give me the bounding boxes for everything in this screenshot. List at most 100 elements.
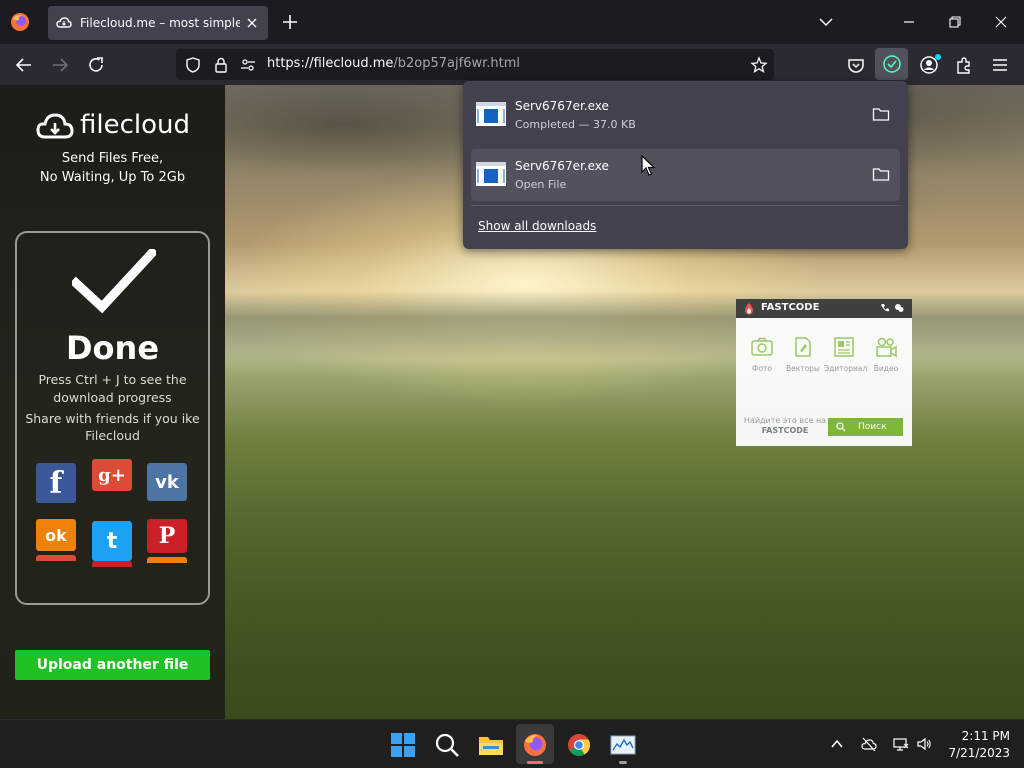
- resource-monitor-icon[interactable]: [610, 732, 636, 758]
- done-text-line: download progress: [53, 390, 172, 405]
- video-camera-icon: [876, 337, 897, 358]
- reload-icon[interactable]: [86, 55, 106, 75]
- mouse-cursor-icon: [641, 155, 655, 176]
- firefox-running-indicator: [527, 761, 543, 764]
- minimize-icon[interactable]: [901, 14, 917, 30]
- chevron-up-icon[interactable]: [829, 736, 845, 752]
- fastcode-label: Видео: [873, 364, 899, 373]
- filecloud-logo[interactable]: filecloud: [36, 110, 196, 142]
- restore-icon[interactable]: [947, 14, 963, 30]
- tab-title: Filecloud.me – most simple file sharing: [80, 16, 240, 30]
- exe-file-icon: [476, 102, 506, 126]
- folder-icon[interactable]: [872, 106, 890, 122]
- checkmark-icon: [72, 249, 156, 314]
- fastcode-search-button[interactable]: Поиск: [828, 418, 903, 436]
- chrome-icon[interactable]: [566, 732, 592, 758]
- download-status: Open File: [515, 178, 567, 191]
- upload-another-file-button[interactable]: Upload another file: [15, 650, 210, 680]
- pocket-icon[interactable]: [846, 55, 866, 75]
- system-clock[interactable]: 2:11 PM 7/21/2023: [940, 728, 1010, 762]
- newspaper-icon: [834, 337, 854, 357]
- download-filename: Serv6767er.exe: [515, 99, 609, 113]
- forward-arrow-icon[interactable]: [50, 55, 70, 75]
- camera-icon: [751, 337, 773, 356]
- onedrive-offline-icon[interactable]: [861, 736, 877, 752]
- lock-icon[interactable]: [212, 56, 230, 74]
- file-explorer-icon[interactable]: [478, 732, 504, 758]
- new-tab-icon[interactable]: [281, 13, 299, 31]
- chat-icon[interactable]: [894, 303, 904, 313]
- google-plus-icon: g+: [98, 464, 126, 486]
- notification-dot: [935, 54, 941, 60]
- download-filename: Serv6767er.exe: [515, 159, 609, 173]
- odnoklassniki-share-button[interactable]: ok: [36, 519, 76, 551]
- done-title: Done: [65, 329, 160, 367]
- pinterest-share-button[interactable]: P: [147, 519, 187, 553]
- clock-time: 2:11 PM: [961, 729, 1010, 743]
- fastcode-video[interactable]: Видео: [866, 335, 906, 373]
- firefox-taskbar-icon[interactable]: [522, 732, 548, 758]
- downloads-button[interactable]: [875, 48, 908, 80]
- panel-divider: [471, 205, 900, 206]
- phone-icon[interactable]: [880, 303, 890, 313]
- tab-close-icon[interactable]: [244, 15, 260, 31]
- done-text-line: Press Ctrl + J to see the: [38, 372, 187, 387]
- brand-name: filecloud: [80, 110, 191, 140]
- social-strip: [36, 555, 76, 561]
- filecloud-sidebar: filecloud Send Files Free, No Waiting, U…: [0, 85, 225, 719]
- back-arrow-icon[interactable]: [14, 55, 34, 75]
- pinterest-icon: P: [158, 523, 176, 549]
- url-text[interactable]: https://filecloud.me/b2op57ajf6wr.html: [267, 56, 520, 71]
- network-icon[interactable]: [893, 736, 909, 752]
- close-window-icon[interactable]: [993, 14, 1009, 30]
- vk-share-button[interactable]: vk: [147, 463, 187, 501]
- fastcode-widget[interactable]: FASTCODE Фото Векторы Эдиториал Видео На…: [736, 299, 912, 446]
- fastcode-label: Эдиториал: [824, 364, 868, 373]
- fastcode-find-text: Найдите это все на FASTCODE: [742, 416, 828, 436]
- fastcode-search-label: Поиск: [858, 422, 887, 432]
- windows-start-icon[interactable]: [390, 732, 416, 758]
- speaker-icon[interactable]: [916, 736, 932, 752]
- download-status: Completed — 37.0 KB: [515, 118, 636, 131]
- download-item[interactable]: Serv6767er.exe Completed — 37.0 KB: [471, 89, 900, 141]
- cloud-logo-icon: [36, 113, 74, 139]
- done-text-line: Filecloud: [85, 428, 140, 443]
- address-bar[interactable]: https://filecloud.me/b2op57ajf6wr.html: [176, 49, 774, 80]
- folder-icon[interactable]: [872, 166, 890, 182]
- pen-icon: [795, 337, 811, 357]
- extensions-puzzle-icon[interactable]: [954, 55, 974, 75]
- bookmark-star-icon[interactable]: [750, 56, 768, 74]
- hamburger-menu-icon[interactable]: [990, 55, 1010, 75]
- facebook-share-button[interactable]: f: [36, 463, 76, 503]
- url-host: https://filecloud.me: [267, 56, 394, 71]
- flame-icon: [745, 303, 753, 315]
- fastcode-label: Фото: [751, 364, 772, 373]
- google-plus-share-button[interactable]: g+: [92, 459, 132, 491]
- social-strip: [147, 557, 187, 563]
- permissions-icon[interactable]: [239, 56, 257, 74]
- done-text-line: Share with friends if you ike: [25, 411, 200, 426]
- fastcode-header: FASTCODE: [736, 299, 912, 318]
- firefox-icon[interactable]: [10, 12, 30, 32]
- social-strip: [92, 561, 132, 567]
- twitter-icon: t: [106, 528, 118, 554]
- tagline-line-1: Send Files Free,: [61, 151, 164, 166]
- fastcode-photo[interactable]: Фото: [742, 335, 782, 373]
- navigation-toolbar: https://filecloud.me/b2op57ajf6wr.html: [0, 44, 1024, 85]
- fastcode-editorial[interactable]: Эдиториал: [824, 335, 868, 373]
- fastcode-label: Векторы: [786, 364, 820, 373]
- tab-filecloud[interactable]: Filecloud.me – most simple file sharing: [48, 6, 268, 40]
- download-item[interactable]: Serv6767er.exe Open File: [471, 149, 900, 201]
- show-all-downloads-link[interactable]: Show all downloads: [478, 219, 596, 233]
- fastcode-find-brand: FASTCODE: [761, 426, 809, 435]
- exe-file-icon: [476, 162, 506, 186]
- search-icon[interactable]: [434, 732, 460, 758]
- done-card: Done Press Ctrl + J to see the download …: [15, 231, 210, 605]
- download-complete-icon: [883, 55, 901, 73]
- fastcode-vectors[interactable]: Векторы: [783, 335, 823, 373]
- tracking-shield-icon[interactable]: [184, 56, 202, 74]
- twitter-share-button[interactable]: t: [92, 521, 132, 561]
- app-running-indicator: [619, 761, 627, 764]
- list-tabs-chevron-icon[interactable]: [818, 14, 834, 30]
- clock-date: 7/21/2023: [948, 746, 1010, 760]
